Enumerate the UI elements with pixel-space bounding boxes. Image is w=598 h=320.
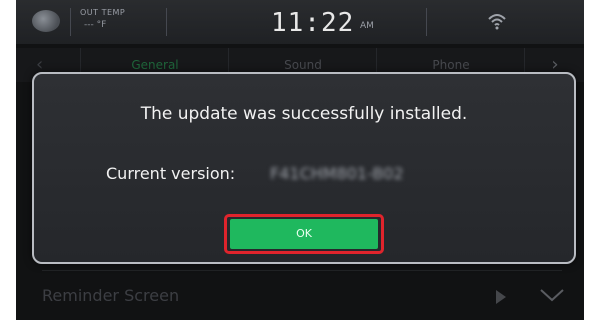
status-divider [166, 8, 167, 36]
status-bar: OUT TEMP --- °F 11:22 AM [16, 0, 584, 44]
out-temp-label: OUT TEMP [80, 8, 126, 17]
clock-ampm: AM [360, 21, 374, 31]
out-temp-value: --- °F [84, 20, 107, 30]
current-version-label: Current version: [106, 164, 236, 183]
status-divider [70, 8, 71, 36]
car-icon[interactable] [32, 10, 60, 32]
update-success-message: The update was successfully installed. [140, 104, 468, 124]
ok-button[interactable]: OK [230, 219, 378, 249]
infotainment-screen: OUT TEMP --- °F 11:22 AM ‹ General Sound… [16, 0, 584, 320]
clock-time: 11:22 [271, 8, 355, 38]
status-divider [426, 8, 427, 36]
update-complete-dialog: The update was successfully installed. C… [32, 72, 576, 264]
current-version-value: F41CHM801-B02 [270, 164, 404, 183]
wifi-icon [488, 14, 506, 30]
